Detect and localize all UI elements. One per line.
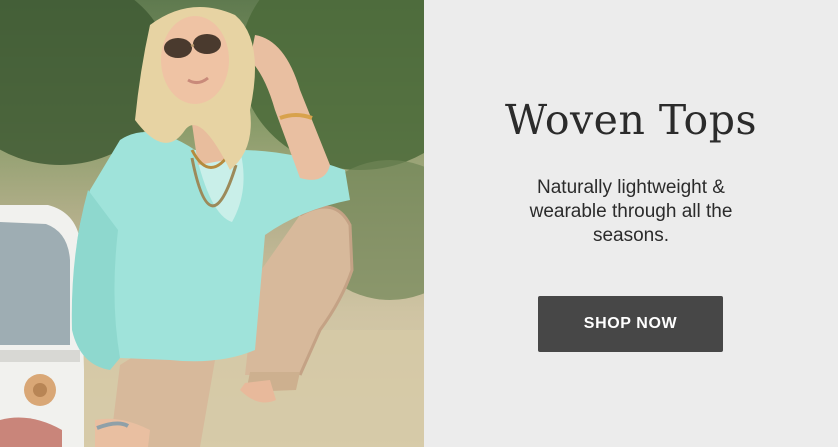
promo-copy-panel: Woven Tops Naturally lightweight & weara… [424, 0, 838, 447]
promo-banner: Woven Tops Naturally lightweight & weara… [0, 0, 838, 447]
shop-now-button[interactable]: SHOP NOW [538, 296, 723, 352]
promo-subtext: Naturally lightweight & wearable through… [529, 177, 733, 246]
promo-heading: Woven Tops [504, 96, 758, 144]
model-photo-illustration [0, 0, 424, 447]
model-photo[interactable] [0, 0, 424, 447]
